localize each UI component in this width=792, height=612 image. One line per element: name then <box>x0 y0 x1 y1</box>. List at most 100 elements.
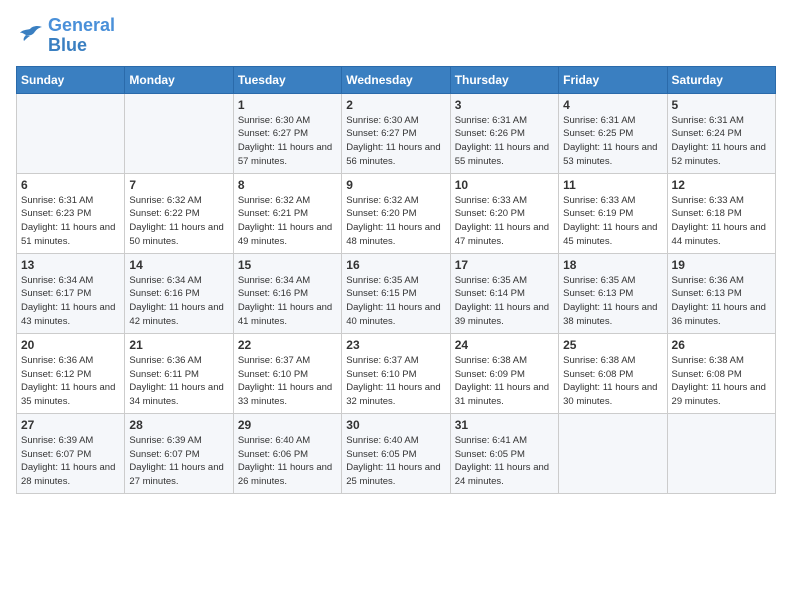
day-info: Sunrise: 6:40 AMSunset: 6:05 PMDaylight:… <box>346 434 445 489</box>
weekday-header: Saturday <box>667 66 775 93</box>
calendar-cell: 1 Sunrise: 6:30 AMSunset: 6:27 PMDaylight… <box>233 93 341 173</box>
calendar-cell: 16 Sunrise: 6:35 AMSunset: 6:15 PMDayligh… <box>342 253 450 333</box>
day-info: Sunrise: 6:31 AMSunset: 6:23 PMDaylight:… <box>21 194 120 249</box>
day-number: 31 <box>455 418 554 432</box>
day-number: 14 <box>129 258 228 272</box>
day-number: 19 <box>672 258 771 272</box>
calendar-cell: 23 Sunrise: 6:37 AMSunset: 6:10 PMDayligh… <box>342 333 450 413</box>
logo-bird-icon <box>16 25 44 47</box>
day-info: Sunrise: 6:37 AMSunset: 6:10 PMDaylight:… <box>346 354 445 409</box>
calendar-cell: 7 Sunrise: 6:32 AMSunset: 6:22 PMDaylight… <box>125 173 233 253</box>
day-number: 29 <box>238 418 337 432</box>
calendar-cell: 17Sunrise: 6:35 AMSunset: 6:14 PMDayligh… <box>450 253 558 333</box>
day-number: 24 <box>455 338 554 352</box>
calendar-cell: 31Sunrise: 6:41 AMSunset: 6:05 PMDayligh… <box>450 413 558 493</box>
day-number: 7 <box>129 178 228 192</box>
calendar-cell: 13Sunrise: 6:34 AMSunset: 6:17 PMDayligh… <box>17 253 125 333</box>
day-number: 1 <box>238 98 337 112</box>
weekday-header: Sunday <box>17 66 125 93</box>
calendar-cell: 30 Sunrise: 6:40 AMSunset: 6:05 PMDayligh… <box>342 413 450 493</box>
day-info: Sunrise: 6:36 AMSunset: 6:11 PMDaylight:… <box>129 354 228 409</box>
weekday-header: Thursday <box>450 66 558 93</box>
day-info: Sunrise: 6:39 AMSunset: 6:07 PMDaylight:… <box>129 434 228 489</box>
day-info: Sunrise: 6:38 AMSunset: 6:08 PMDaylight:… <box>672 354 771 409</box>
day-info: Sunrise: 6:35 AMSunset: 6:13 PMDaylight:… <box>563 274 662 329</box>
day-number: 11 <box>563 178 662 192</box>
calendar-table: SundayMondayTuesdayWednesdayThursdayFrid… <box>16 66 776 494</box>
day-number: 20 <box>21 338 120 352</box>
calendar-cell <box>125 93 233 173</box>
day-info: Sunrise: 6:30 AMSunset: 6:27 PMDaylight:… <box>346 114 445 169</box>
day-info: Sunrise: 6:38 AMSunset: 6:08 PMDaylight:… <box>563 354 662 409</box>
day-number: 13 <box>21 258 120 272</box>
day-info: Sunrise: 6:39 AMSunset: 6:07 PMDaylight:… <box>21 434 120 489</box>
day-number: 18 <box>563 258 662 272</box>
calendar-cell: 25 Sunrise: 6:38 AMSunset: 6:08 PMDayligh… <box>559 333 667 413</box>
day-info: Sunrise: 6:32 AMSunset: 6:21 PMDaylight:… <box>238 194 337 249</box>
calendar-cell: 5 Sunrise: 6:31 AMSunset: 6:24 PMDaylight… <box>667 93 775 173</box>
day-number: 28 <box>129 418 228 432</box>
calendar-cell <box>17 93 125 173</box>
day-number: 3 <box>455 98 554 112</box>
day-number: 30 <box>346 418 445 432</box>
day-info: Sunrise: 6:36 AMSunset: 6:12 PMDaylight:… <box>21 354 120 409</box>
day-info: Sunrise: 6:33 AMSunset: 6:18 PMDaylight:… <box>672 194 771 249</box>
weekday-header: Monday <box>125 66 233 93</box>
day-number: 23 <box>346 338 445 352</box>
day-number: 16 <box>346 258 445 272</box>
calendar-cell: 10 Sunrise: 6:33 AMSunset: 6:20 PMDayligh… <box>450 173 558 253</box>
day-number: 10 <box>455 178 554 192</box>
day-info: Sunrise: 6:33 AMSunset: 6:19 PMDaylight:… <box>563 194 662 249</box>
day-number: 6 <box>21 178 120 192</box>
weekday-header: Friday <box>559 66 667 93</box>
day-info: Sunrise: 6:38 AMSunset: 6:09 PMDaylight:… <box>455 354 554 409</box>
calendar-cell: 29 Sunrise: 6:40 AMSunset: 6:06 PMDayligh… <box>233 413 341 493</box>
calendar-cell: 18 Sunrise: 6:35 AMSunset: 6:13 PMDayligh… <box>559 253 667 333</box>
day-info: Sunrise: 6:34 AMSunset: 6:16 PMDaylight:… <box>129 274 228 329</box>
day-number: 22 <box>238 338 337 352</box>
day-number: 8 <box>238 178 337 192</box>
day-number: 25 <box>563 338 662 352</box>
logo: General Blue <box>16 16 115 56</box>
calendar-cell: 9 Sunrise: 6:32 AMSunset: 6:20 PMDaylight… <box>342 173 450 253</box>
calendar-cell: 8 Sunrise: 6:32 AMSunset: 6:21 PMDaylight… <box>233 173 341 253</box>
day-number: 27 <box>21 418 120 432</box>
day-info: Sunrise: 6:31 AMSunset: 6:25 PMDaylight:… <box>563 114 662 169</box>
day-number: 4 <box>563 98 662 112</box>
day-number: 12 <box>672 178 771 192</box>
calendar-cell: 22 Sunrise: 6:37 AMSunset: 6:10 PMDayligh… <box>233 333 341 413</box>
calendar-cell: 20 Sunrise: 6:36 AMSunset: 6:12 PMDayligh… <box>17 333 125 413</box>
day-number: 21 <box>129 338 228 352</box>
calendar-cell: 4 Sunrise: 6:31 AMSunset: 6:25 PMDaylight… <box>559 93 667 173</box>
weekday-header: Tuesday <box>233 66 341 93</box>
day-number: 26 <box>672 338 771 352</box>
day-info: Sunrise: 6:40 AMSunset: 6:06 PMDaylight:… <box>238 434 337 489</box>
calendar-cell: 14 Sunrise: 6:34 AMSunset: 6:16 PMDayligh… <box>125 253 233 333</box>
calendar-cell: 26 Sunrise: 6:38 AMSunset: 6:08 PMDayligh… <box>667 333 775 413</box>
day-info: Sunrise: 6:32 AMSunset: 6:22 PMDaylight:… <box>129 194 228 249</box>
day-info: Sunrise: 6:31 AMSunset: 6:24 PMDaylight:… <box>672 114 771 169</box>
day-info: Sunrise: 6:37 AMSunset: 6:10 PMDaylight:… <box>238 354 337 409</box>
page-header: General Blue <box>16 16 776 56</box>
day-number: 9 <box>346 178 445 192</box>
day-number: 5 <box>672 98 771 112</box>
calendar-cell: 19 Sunrise: 6:36 AMSunset: 6:13 PMDayligh… <box>667 253 775 333</box>
calendar-cell: 21 Sunrise: 6:36 AMSunset: 6:11 PMDayligh… <box>125 333 233 413</box>
day-info: Sunrise: 6:33 AMSunset: 6:20 PMDaylight:… <box>455 194 554 249</box>
day-number: 17 <box>455 258 554 272</box>
calendar-cell <box>559 413 667 493</box>
day-number: 2 <box>346 98 445 112</box>
calendar-cell: 28 Sunrise: 6:39 AMSunset: 6:07 PMDayligh… <box>125 413 233 493</box>
weekday-header: Wednesday <box>342 66 450 93</box>
day-info: Sunrise: 6:31 AMSunset: 6:26 PMDaylight:… <box>455 114 554 169</box>
calendar-cell: 11 Sunrise: 6:33 AMSunset: 6:19 PMDayligh… <box>559 173 667 253</box>
calendar-cell: 6 Sunrise: 6:31 AMSunset: 6:23 PMDaylight… <box>17 173 125 253</box>
day-info: Sunrise: 6:36 AMSunset: 6:13 PMDaylight:… <box>672 274 771 329</box>
day-info: Sunrise: 6:30 AMSunset: 6:27 PMDaylight:… <box>238 114 337 169</box>
day-number: 15 <box>238 258 337 272</box>
logo-text: General Blue <box>48 16 115 56</box>
day-info: Sunrise: 6:32 AMSunset: 6:20 PMDaylight:… <box>346 194 445 249</box>
day-info: Sunrise: 6:35 AMSunset: 6:15 PMDaylight:… <box>346 274 445 329</box>
calendar-cell: 12 Sunrise: 6:33 AMSunset: 6:18 PMDayligh… <box>667 173 775 253</box>
calendar-cell: 15Sunrise: 6:34 AMSunset: 6:16 PMDayligh… <box>233 253 341 333</box>
